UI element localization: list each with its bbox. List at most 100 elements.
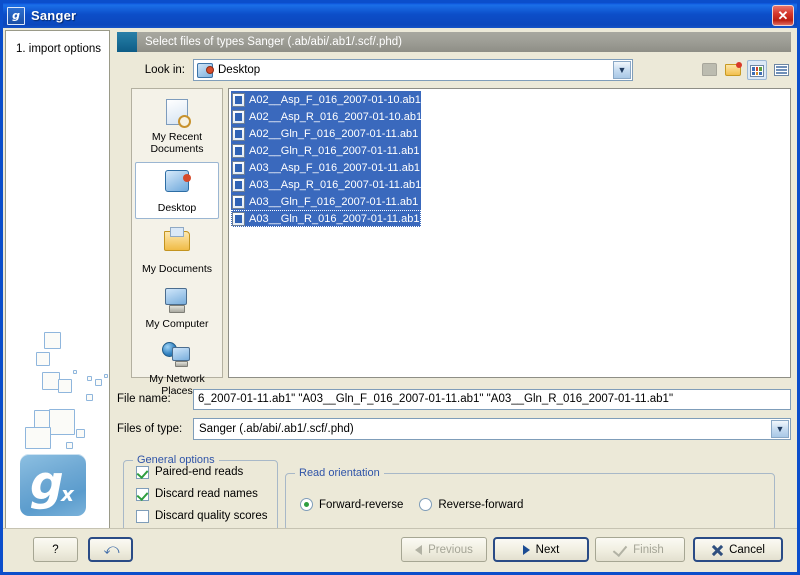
list-view-icon[interactable] — [747, 60, 767, 80]
sidebar-item-import-options[interactable]: 1. import options — [16, 43, 101, 55]
check-icon — [613, 542, 627, 557]
wizard-sidebar: 1. import options g x — [5, 30, 110, 529]
decor-square — [87, 376, 92, 381]
place-label: Desktop — [136, 202, 218, 214]
cancel-button-label: Cancel — [729, 544, 765, 556]
file-name-label: A03__Asp_F_016_2007-01-11.ab1 — [249, 162, 420, 174]
finish-button-label: Finish — [633, 544, 664, 556]
list-item[interactable]: A03__Gln_F_016_2007-01-11.ab1 — [231, 193, 421, 210]
checkbox-label: Paired-end reads — [155, 466, 243, 478]
close-x-icon — [711, 544, 723, 556]
file-chooser-panel: Select files of types Sanger (.ab/abi/.a… — [113, 30, 795, 529]
decor-square — [104, 374, 108, 378]
decor-square — [95, 379, 102, 386]
sanger-import-dialog: g Sanger ✕ 1. import options — [0, 0, 800, 575]
cancel-button[interactable]: Cancel — [693, 537, 783, 562]
list-item[interactable]: A02__Gln_F_016_2007-01-11.ab1 — [231, 125, 421, 142]
sidebar-item-desktop[interactable]: Desktop — [135, 162, 219, 219]
list-item[interactable]: A02__Asp_F_016_2007-01-10.ab1 — [231, 91, 421, 108]
file-icon — [232, 144, 245, 158]
file-name-row: File name: 6_2007-01-11.ab1" "A03__Gln_F… — [117, 388, 791, 410]
checkbox-icon[interactable] — [136, 510, 149, 523]
logo-letter-x: x — [61, 482, 74, 506]
file-name-label: A02__Asp_F_016_2007-01-10.ab1 — [249, 94, 421, 106]
file-icon — [232, 161, 245, 175]
look-in-combo[interactable]: Desktop ▼ — [193, 59, 633, 81]
list-item[interactable]: A03__Gln_R_016_2007-01-11.ab1 — [231, 210, 421, 227]
dialog-body: 1. import options g x — [3, 28, 797, 572]
file-icon — [232, 178, 245, 192]
read-orientation-options: Forward-reverse Reverse-forward — [300, 498, 774, 511]
read-orientation-group: Read orientation Forward-reverse Reverse… — [285, 473, 775, 531]
sidebar-item-my-recent-documents[interactable]: My Recent Documents — [135, 93, 219, 160]
window-title: Sanger — [31, 8, 76, 23]
places-bar: My Recent Documents Desktop My Documents… — [131, 88, 223, 378]
decor-square — [86, 394, 93, 401]
radio-reverse-forward[interactable]: Reverse-forward — [419, 498, 523, 511]
files-of-type-row: Files of type: Sanger (.ab/abi/.ab1/.scf… — [117, 418, 791, 440]
next-button[interactable]: Next — [493, 537, 589, 562]
gx-logo-icon: g x — [20, 454, 86, 516]
my-computer-icon — [161, 286, 193, 316]
read-orientation-title: Read orientation — [295, 467, 384, 479]
up-one-level-icon[interactable] — [699, 60, 719, 80]
close-icon[interactable]: ✕ — [772, 5, 794, 26]
checkbox-icon[interactable] — [136, 488, 149, 501]
sidebar-item-my-computer[interactable]: My Computer — [135, 282, 219, 335]
app-icon: g — [7, 7, 25, 25]
create-new-folder-icon[interactable] — [723, 60, 743, 80]
help-button[interactable]: ? — [33, 537, 78, 562]
decor-square — [58, 379, 72, 393]
file-list[interactable]: A02__Asp_F_016_2007-01-10.ab1 A02__Asp_R… — [228, 88, 791, 378]
list-item[interactable]: A03__Asp_F_016_2007-01-11.ab1 — [231, 159, 421, 176]
place-label: My Recent Documents — [136, 131, 218, 155]
file-name-label: A03__Gln_R_016_2007-01-11.ab1 — [249, 213, 419, 225]
reset-button[interactable]: ⤺ — [88, 537, 133, 562]
file-name-label: A03__Asp_R_016_2007-01-11.ab1 — [249, 179, 421, 191]
panel-header-icon — [117, 32, 137, 52]
file-icon — [232, 212, 245, 226]
list-item[interactable]: A02__Asp_R_016_2007-01-10.ab1 — [231, 108, 421, 125]
file-name-label: A02__Gln_F_016_2007-01-11.ab1 — [249, 128, 418, 140]
undo-arrow-icon: ⤺ — [104, 543, 118, 557]
radio-label: Forward-reverse — [319, 499, 403, 511]
chevron-down-icon[interactable]: ▼ — [613, 61, 631, 79]
look-in-value: Desktop — [218, 64, 260, 76]
desktop-icon — [161, 170, 193, 200]
next-button-label: Next — [536, 544, 560, 556]
radio-icon[interactable] — [300, 498, 313, 511]
file-name-label: A02__Gln_R_016_2007-01-11.ab1 — [249, 145, 419, 157]
radio-icon[interactable] — [419, 498, 432, 511]
place-label: My Documents — [136, 263, 218, 275]
decor-square — [25, 427, 51, 449]
recent-documents-icon — [161, 99, 193, 129]
previous-button: Previous — [401, 537, 487, 562]
checkbox-label: Discard quality scores — [155, 510, 267, 522]
checkbox-discard-read-names[interactable]: Discard read names — [136, 483, 277, 505]
wizard-button-bar: ? ⤺ Previous Next Finish Cancel — [3, 528, 797, 572]
files-of-type-label: Files of type: — [117, 423, 193, 435]
my-documents-icon — [161, 231, 193, 261]
general-options-title: General options — [133, 454, 219, 466]
file-icon — [232, 93, 245, 107]
decor-square — [44, 332, 61, 349]
desktop-icon — [197, 63, 213, 78]
previous-button-label: Previous — [428, 544, 473, 556]
chevron-down-icon[interactable]: ▼ — [771, 420, 789, 438]
files-of-type-combo[interactable]: Sanger (.ab/abi/.ab1/.scf/.phd) ▼ — [193, 418, 791, 440]
list-item[interactable]: A02__Gln_R_016_2007-01-11.ab1 — [231, 142, 421, 159]
list-item[interactable]: A03__Asp_R_016_2007-01-11.ab1 — [231, 176, 421, 193]
help-button-label: ? — [52, 544, 58, 556]
checkbox-icon[interactable] — [136, 466, 149, 479]
details-view-icon[interactable] — [771, 60, 791, 80]
file-name-label: A03__Gln_F_016_2007-01-11.ab1 — [249, 196, 418, 208]
file-name-label: A02__Asp_R_016_2007-01-10.ab1 — [249, 111, 422, 123]
sidebar-item-my-documents[interactable]: My Documents — [135, 221, 219, 280]
checkbox-discard-quality-scores[interactable]: Discard quality scores — [136, 505, 277, 527]
panel-header-title: Select files of types Sanger (.ab/abi/.a… — [145, 36, 402, 48]
brand-logo-area: g x — [6, 324, 109, 524]
place-label: My Computer — [136, 318, 218, 330]
radio-forward-reverse[interactable]: Forward-reverse — [300, 498, 403, 511]
file-name-label: File name: — [117, 393, 193, 405]
file-name-input[interactable]: 6_2007-01-11.ab1" "A03__Gln_F_016_2007-0… — [193, 389, 791, 410]
